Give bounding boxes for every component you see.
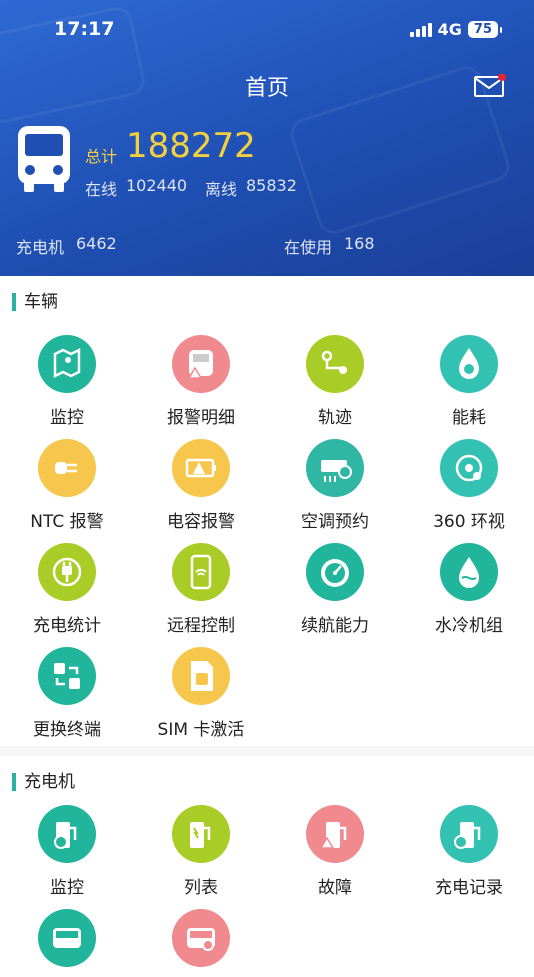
vehicle-item-label: 报警明细 — [167, 408, 235, 428]
bus-alert-icon — [172, 335, 230, 393]
vehicle-item-label: 监控 — [50, 408, 84, 428]
vehicle-item-label: 电容报警 — [167, 512, 235, 532]
sim-card-icon — [172, 647, 230, 705]
bus-search-icon — [172, 909, 230, 967]
status-time: 17:17 — [54, 18, 115, 40]
air-conditioner-icon — [306, 439, 364, 497]
plug-alert-icon — [38, 439, 96, 497]
charger-count-value: 6462 — [76, 234, 117, 253]
charger-monitor-icon — [38, 805, 96, 863]
route-icon — [306, 335, 364, 393]
bus-icon — [38, 909, 96, 967]
in-use-value: 168 — [344, 234, 375, 253]
offline-label: 离线 — [205, 180, 238, 199]
section-divider — [0, 746, 534, 756]
charger-item[interactable]: 故障 — [268, 805, 402, 898]
vehicle-item[interactable]: 360 环视 — [402, 439, 534, 532]
vehicle-item-label: 续航能力 — [301, 616, 369, 636]
charger-item[interactable] — [0, 909, 134, 977]
online-value: 102440 — [126, 176, 188, 195]
camera-360-icon — [440, 439, 498, 497]
mail-icon[interactable] — [474, 73, 506, 97]
vehicle-item[interactable]: 充电统计 — [0, 543, 134, 636]
vehicle-item[interactable]: NTC 报警 — [0, 439, 134, 532]
charger-item[interactable]: 列表 — [134, 805, 268, 898]
charger-item-label: 故障 — [318, 878, 352, 898]
vehicle-item[interactable]: 电容报警 — [134, 439, 268, 532]
vehicle-item[interactable]: 轨迹 — [268, 335, 402, 428]
offline-value: 85832 — [246, 176, 297, 195]
vehicle-item-label: 更换终端 — [33, 720, 101, 740]
page-title: 首页 — [244, 76, 289, 101]
vehicle-item-label: NTC 报警 — [30, 512, 104, 532]
vehicle-item-label: 水冷机组 — [435, 616, 503, 636]
vehicle-item[interactable]: 能耗 — [402, 335, 534, 428]
charger-item[interactable]: 充电记录 — [402, 805, 534, 898]
vehicle-item[interactable]: 续航能力 — [268, 543, 402, 636]
charging-plug-icon — [38, 543, 96, 601]
vehicle-item-label: 360 环视 — [433, 512, 505, 532]
vehicle-section-title: 车辆 — [12, 293, 58, 311]
charger-item-label: 监控 — [50, 878, 84, 898]
bus-icon — [16, 124, 72, 192]
charger-section-title: 充电机 — [12, 773, 75, 791]
phone-remote-icon — [172, 543, 230, 601]
charger-item[interactable]: 监控 — [0, 805, 134, 898]
charger-fault-icon — [306, 805, 364, 863]
swap-terminal-icon — [38, 647, 96, 705]
charger-item-label: 列表 — [184, 878, 218, 898]
vehicle-item[interactable]: 监控 — [0, 335, 134, 428]
vehicle-item-label: SIM 卡激活 — [157, 720, 245, 740]
total-value: 188272 — [126, 126, 256, 166]
energy-drop-icon — [440, 335, 498, 393]
charger-record-icon — [440, 805, 498, 863]
vehicle-item-label: 能耗 — [452, 408, 486, 428]
status-bar: 17:17 4G 75 — [0, 18, 534, 44]
online-label: 在线 — [85, 180, 118, 199]
charger-list-icon — [172, 805, 230, 863]
vehicle-item[interactable]: 报警明细 — [134, 335, 268, 428]
battery-alert-icon — [172, 439, 230, 497]
gauge-icon — [306, 543, 364, 601]
charger-item[interactable] — [134, 909, 268, 977]
water-drop-icon — [440, 543, 498, 601]
vehicle-item-label: 轨迹 — [318, 408, 352, 428]
vehicle-item[interactable]: 空调预约 — [268, 439, 402, 532]
charger-item-label: 充电记录 — [435, 878, 503, 898]
header-banner: 17:17 4G 75 首页 总计 188272 在线 102440 离线 85… — [0, 0, 534, 276]
vehicle-item-label: 充电统计 — [33, 616, 101, 636]
network-type: 4G — [437, 20, 462, 39]
vehicle-item-label: 空调预约 — [301, 512, 369, 532]
vehicle-item[interactable]: SIM 卡激活 — [134, 647, 268, 740]
in-use-label: 在使用 — [284, 238, 333, 257]
vehicle-item[interactable]: 远程控制 — [134, 543, 268, 636]
map-pin-icon — [38, 335, 96, 393]
vehicle-item[interactable]: 水冷机组 — [402, 543, 534, 636]
signal-icon — [409, 22, 432, 37]
vehicle-item-label: 远程控制 — [167, 616, 235, 636]
charger-count-label: 充电机 — [16, 238, 65, 257]
total-label: 总计 — [85, 147, 118, 166]
battery-indicator: 75 — [467, 21, 503, 38]
vehicle-item[interactable]: 更换终端 — [0, 647, 134, 740]
